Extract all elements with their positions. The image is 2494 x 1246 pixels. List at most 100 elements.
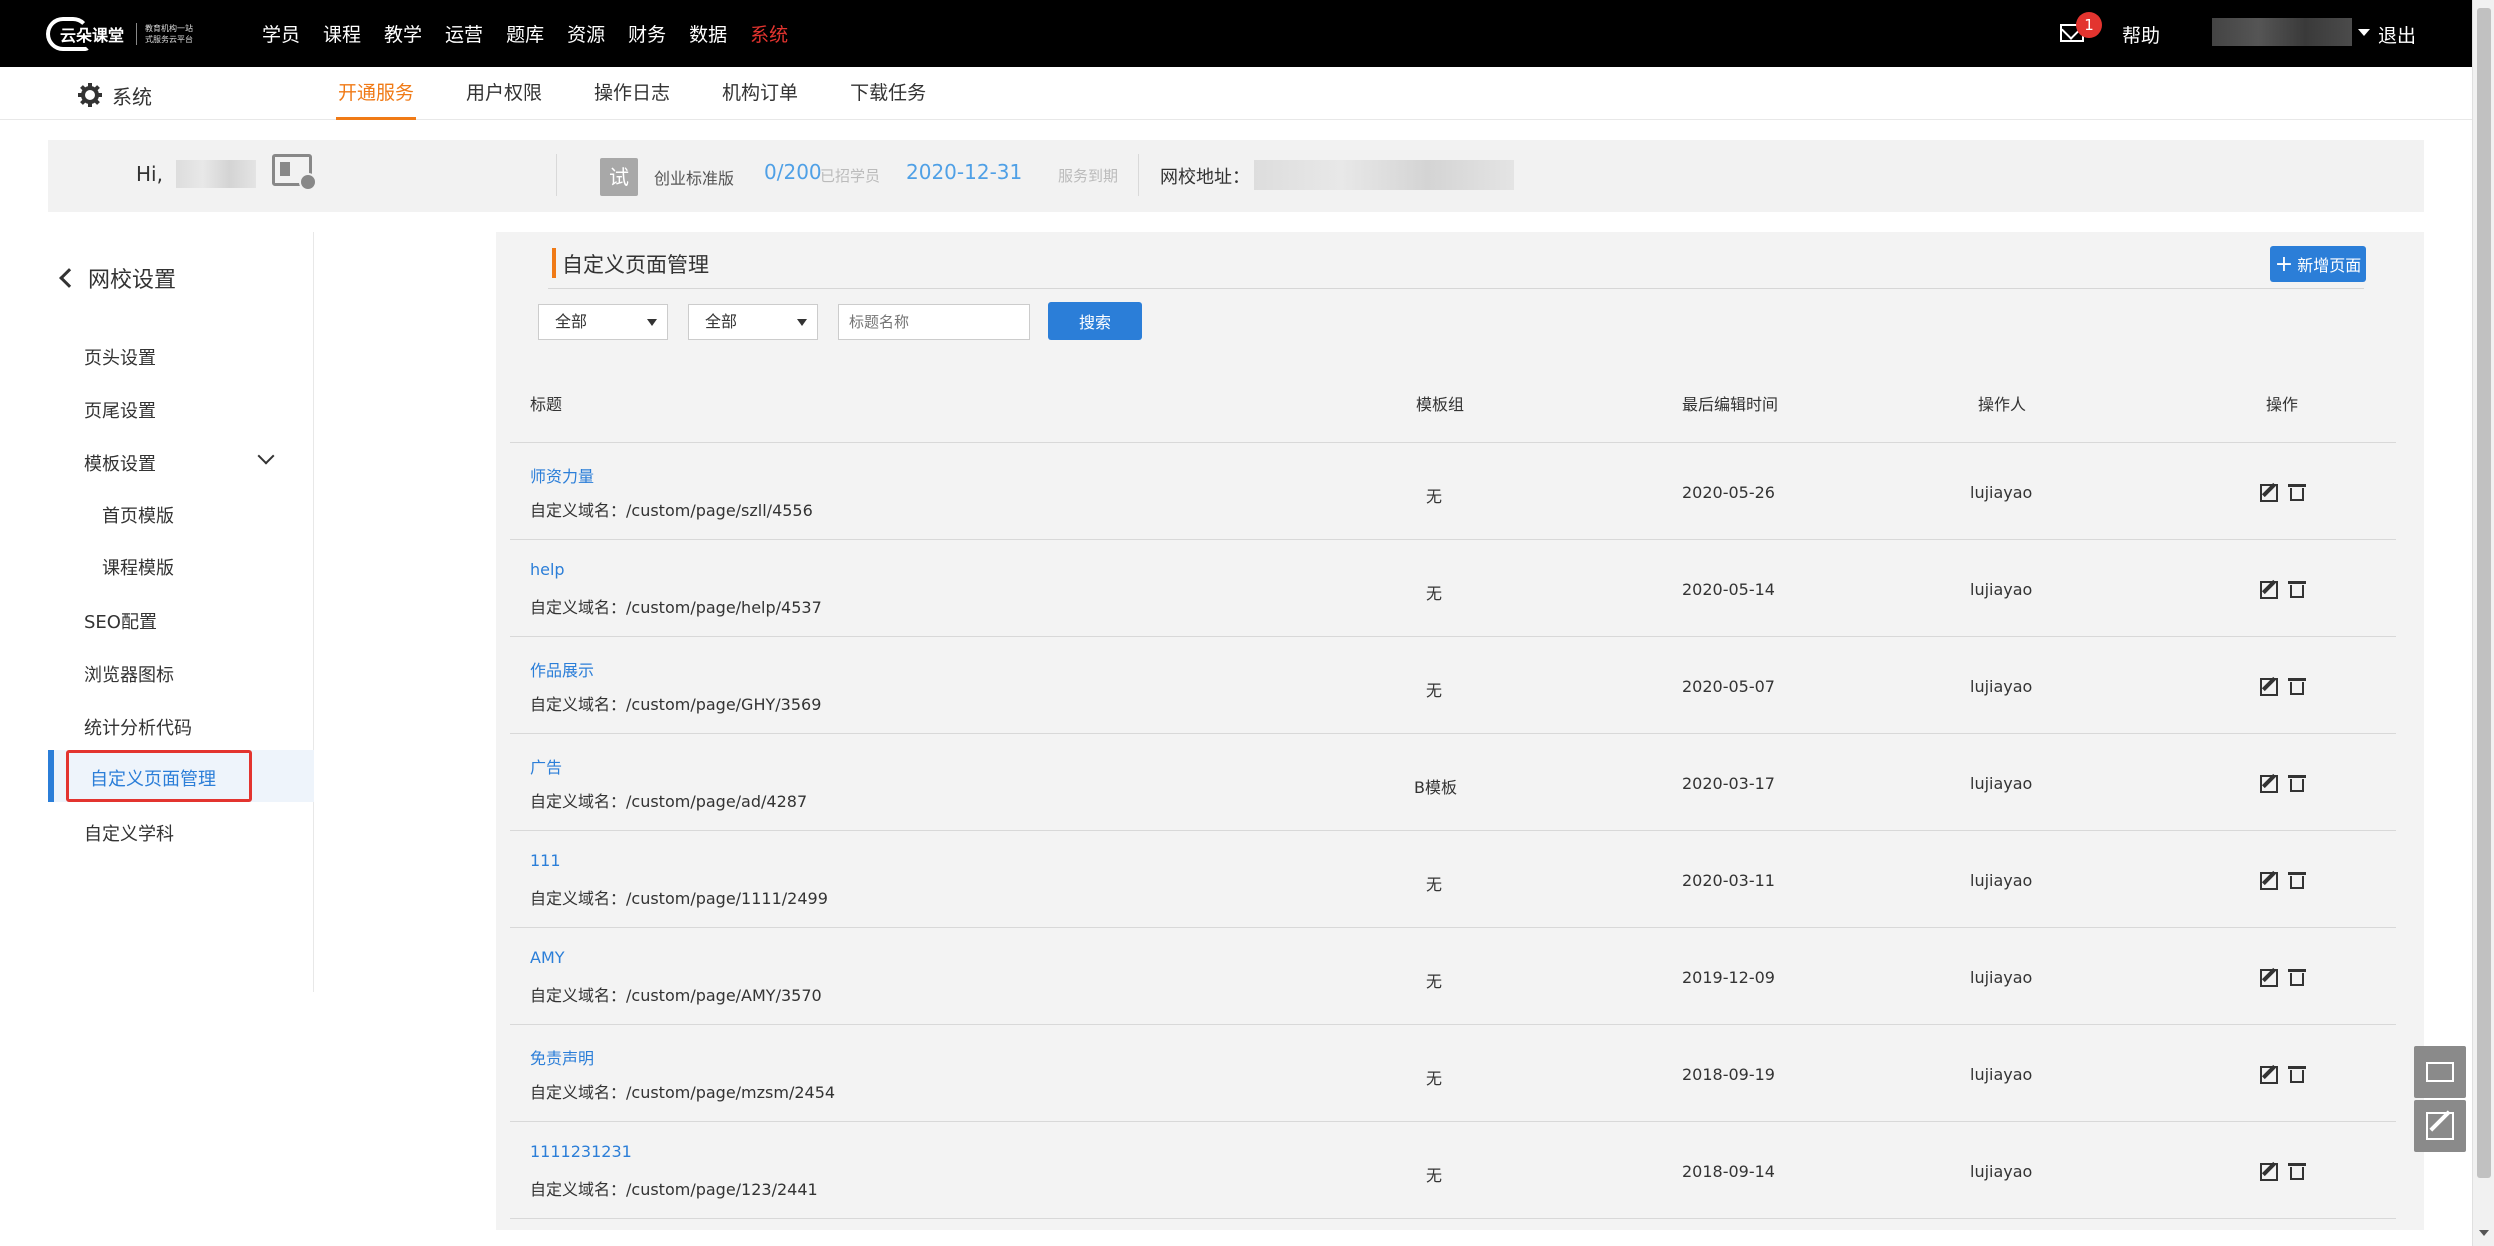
- tab-user-permissions[interactable]: 用户权限: [466, 67, 542, 120]
- trash-icon[interactable]: [2288, 678, 2306, 697]
- plan-name: 创业标准版: [654, 169, 735, 188]
- trash-icon[interactable]: [2288, 1066, 2306, 1085]
- edit-icon[interactable]: [2260, 484, 2278, 502]
- custom-domain: 自定义域名：/custom/page/AMY/3570: [530, 986, 822, 1005]
- table-row: help 自定义域名：/custom/page/help/4537 无 2020…: [510, 540, 2396, 637]
- sidebar-item-template-settings[interactable]: 模板设置: [84, 450, 156, 476]
- trash-icon[interactable]: [2288, 1163, 2306, 1182]
- tab-download-tasks[interactable]: 下载任务: [850, 67, 926, 120]
- edit-icon[interactable]: [2260, 872, 2278, 890]
- trash-icon[interactable]: [2288, 872, 2306, 891]
- operator: lujiayao: [1970, 483, 2033, 502]
- logout-link[interactable]: 退出: [2378, 21, 2416, 48]
- sidebar-item-favicon[interactable]: 浏览器图标: [84, 661, 174, 687]
- operator: lujiayao: [1970, 774, 2033, 793]
- username-blurred[interactable]: [2212, 18, 2352, 46]
- nav-question-bank[interactable]: 题库: [506, 20, 544, 47]
- page-title-link[interactable]: 师资力量: [530, 463, 594, 487]
- table-row: 免责声明 自定义域名：/custom/page/mzsm/2454 无 2018…: [510, 1025, 2396, 1122]
- floating-message-button[interactable]: [2414, 1046, 2466, 1098]
- sidebar-item-seo[interactable]: SEO配置: [84, 608, 157, 634]
- edit-icon[interactable]: [2260, 1163, 2278, 1181]
- section-title: 系统: [112, 85, 152, 109]
- operator: lujiayao: [1970, 968, 2033, 987]
- greeting: Hi,: [136, 162, 163, 186]
- tab-open-service[interactable]: 开通服务: [335, 67, 417, 120]
- custom-domain: 自定义域名：/custom/page/help/4537: [530, 598, 822, 617]
- last-edited-date: 2018-09-14: [1682, 1162, 1775, 1181]
- sidebar-item-header-settings[interactable]: 页头设置: [84, 344, 156, 370]
- user-dropdown-caret-icon[interactable]: [2358, 29, 2370, 36]
- table-row: 111 自定义域名：/custom/page/1111/2499 无 2020-…: [510, 831, 2396, 928]
- trash-icon[interactable]: [2288, 969, 2306, 988]
- sidebar-item-custom-subjects[interactable]: 自定义学科: [84, 820, 174, 846]
- edit-icon[interactable]: [2260, 678, 2278, 696]
- nav-data[interactable]: 数据: [689, 20, 727, 47]
- account-info-bar: Hi, 试 创业标准版 0/200 已招学员 2020-12-31 服务到期 网…: [48, 140, 2424, 212]
- page-title-link[interactable]: 广告: [530, 754, 562, 778]
- last-edited-date: 2019-12-09: [1682, 968, 1775, 987]
- page-title-link[interactable]: 作品展示: [530, 657, 594, 681]
- page-title-link[interactable]: help: [530, 560, 565, 579]
- edit-icon: [2426, 1112, 2454, 1140]
- plus-icon: +: [2274, 251, 2294, 277]
- chevron-down-icon[interactable]: [257, 447, 275, 465]
- page-title-link[interactable]: AMY: [530, 948, 565, 967]
- page-title-link[interactable]: 免责声明: [530, 1045, 594, 1069]
- edit-icon[interactable]: [2260, 1066, 2278, 1084]
- scrollbar-thumb[interactable]: [2477, 8, 2491, 1178]
- student-quota: 0/200: [764, 160, 822, 184]
- edit-icon[interactable]: [2260, 969, 2278, 987]
- template-group: 无: [1426, 487, 1443, 506]
- envelope-icon: [2426, 1062, 2454, 1082]
- last-edited-date: 2020-05-14: [1682, 580, 1775, 599]
- gear-icon: [78, 83, 102, 107]
- trash-icon[interactable]: [2288, 581, 2306, 600]
- logo[interactable]: 云朵课堂 教育机构一站式服务云平台: [46, 12, 206, 56]
- back-to-school-settings[interactable]: 网校设置: [59, 262, 176, 294]
- filter-select-2[interactable]: 全部: [688, 304, 818, 340]
- edit-icon[interactable]: [2260, 775, 2278, 793]
- trash-icon[interactable]: [2288, 484, 2306, 503]
- nav-operations[interactable]: 运营: [445, 20, 483, 47]
- operator: lujiayao: [1970, 1065, 2033, 1084]
- nav-students[interactable]: 学员: [262, 20, 300, 47]
- sidebar-item-home-template[interactable]: 首页模版: [102, 502, 174, 528]
- template-group: 无: [1426, 1166, 1443, 1185]
- nav-system[interactable]: 系统: [750, 20, 788, 47]
- column-header-template-group: 模板组: [1416, 395, 1465, 414]
- column-header-operator: 操作人: [1978, 395, 2027, 414]
- scroll-down-arrow-icon[interactable]: [2479, 1230, 2489, 1236]
- tab-operation-log[interactable]: 操作日志: [594, 67, 670, 120]
- last-edited-date: 2020-03-11: [1682, 871, 1775, 890]
- tab-org-orders[interactable]: 机构订单: [722, 67, 798, 120]
- edit-icon[interactable]: [2260, 581, 2278, 599]
- active-indicator: [48, 750, 54, 802]
- nav-finance[interactable]: 财务: [628, 20, 666, 47]
- title-search-input[interactable]: [838, 304, 1030, 340]
- section-tabs: 开通服务 用户权限 操作日志 机构订单 下载任务: [335, 67, 978, 120]
- filter-select-1[interactable]: 全部: [538, 304, 668, 340]
- sidebar-item-course-template[interactable]: 课程模版: [102, 554, 174, 580]
- trash-icon[interactable]: [2288, 775, 2306, 794]
- school-url-blurred: [1254, 160, 1514, 190]
- top-nav: 学员 课程 教学 运营 题库 资源 财务 数据 系统: [262, 0, 811, 67]
- floating-feedback-button[interactable]: [2414, 1100, 2466, 1152]
- nav-courses[interactable]: 课程: [323, 20, 361, 47]
- nav-resources[interactable]: 资源: [567, 20, 605, 47]
- page-title-link[interactable]: 111: [530, 851, 561, 870]
- nav-teaching[interactable]: 教学: [384, 20, 422, 47]
- custom-domain: 自定义域名：/custom/page/ad/4287: [530, 792, 808, 811]
- column-header-actions: 操作: [2266, 395, 2299, 414]
- add-page-button[interactable]: + 新增页面: [2270, 246, 2366, 282]
- title-divider: [548, 288, 2364, 289]
- search-button[interactable]: 搜索: [1048, 302, 1142, 340]
- page-scrollbar[interactable]: [2472, 0, 2494, 1246]
- help-link[interactable]: 帮助: [2122, 21, 2160, 48]
- page-title-link[interactable]: 1111231231: [530, 1142, 632, 1161]
- username-blurred: [176, 160, 256, 188]
- sidebar-item-footer-settings[interactable]: 页尾设置: [84, 397, 156, 423]
- custom-domain: 自定义域名：/custom/page/GHY/3569: [530, 695, 822, 714]
- id-card-icon[interactable]: [272, 154, 317, 191]
- sidebar-item-analytics-code[interactable]: 统计分析代码: [84, 714, 192, 740]
